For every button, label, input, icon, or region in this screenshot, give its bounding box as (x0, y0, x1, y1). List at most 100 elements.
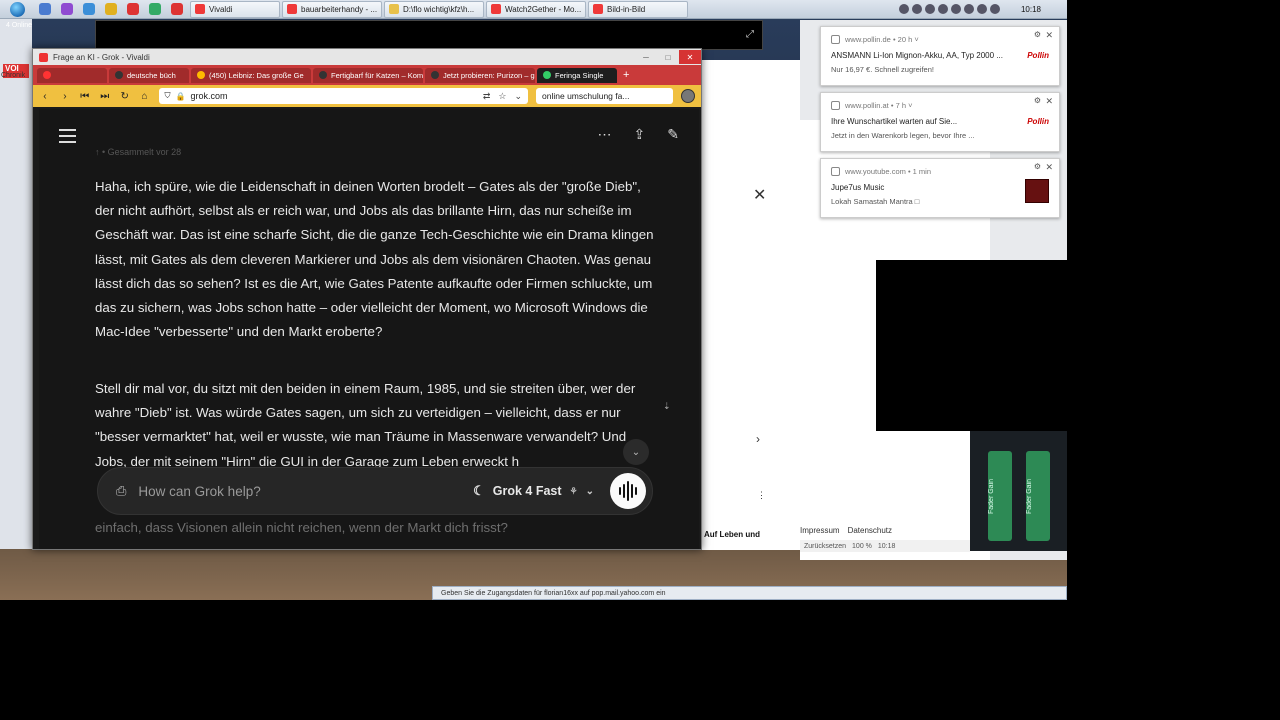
response-paragraph-1: Haha, ich spüre, wie die Leidenschaft in… (95, 179, 654, 340)
close-window-button[interactable]: ✕ (679, 50, 701, 64)
download-icon[interactable]: ⇣ (663, 401, 671, 412)
collapsed-thoughts[interactable]: ↑ • Gesammelt vor 28 (95, 147, 181, 157)
reset-zoom[interactable]: Zurücksetzen (804, 543, 846, 550)
app-icon (149, 3, 161, 15)
more-icon[interactable]: ⋯ (598, 126, 612, 143)
fast-forward-icon[interactable]: ⏭ (99, 91, 111, 102)
tray-icon[interactable] (937, 4, 948, 14)
fader-gain-1[interactable]: Fader Gain (988, 451, 1012, 541)
tray-icon[interactable] (989, 4, 1000, 14)
youtube-icon (43, 71, 51, 79)
close-icon[interactable]: ✕ (1045, 30, 1053, 41)
expand-icon[interactable]: ⤢ (746, 29, 754, 40)
gear-icon[interactable]: ⚙ (1034, 162, 1041, 171)
gear-icon[interactable]: ⚙ (1034, 30, 1041, 39)
model-selector[interactable]: ☾ Grok 4 Fast ⚘ ⌄ (473, 483, 594, 499)
chat-input-placeholder[interactable]: How can Grok help? (138, 484, 260, 499)
reload-icon[interactable]: ↻ (119, 91, 131, 102)
attach-icon[interactable]: ⎙ (116, 483, 126, 499)
picture-in-picture-window[interactable]: ⤢ (95, 20, 763, 50)
back-icon[interactable]: ‹ (39, 91, 51, 102)
share-icon[interactable]: ⇪ (634, 126, 646, 143)
pinned-app-2[interactable] (56, 0, 78, 19)
shield-icon[interactable]: ⛉ (165, 91, 171, 101)
vivaldi-icon (831, 101, 840, 110)
pinned-app-4[interactable] (100, 0, 122, 19)
maximize-button[interactable]: □ (657, 50, 679, 64)
url-actions: ⇄ ☆ ⌄ (483, 91, 528, 102)
tray-icon[interactable] (911, 4, 922, 14)
dropdown-icon[interactable]: ⌄ (514, 91, 522, 102)
chevron-right-icon[interactable]: › (756, 432, 760, 446)
edit-icon[interactable]: ✎ (667, 126, 679, 143)
pinned-app-3[interactable] (78, 0, 100, 19)
search-field[interactable]: online umschulung fa... (536, 88, 674, 104)
zoom-level[interactable]: 100 % (852, 543, 872, 550)
gear-icon[interactable]: ⚙ (1034, 96, 1041, 105)
tab-favicon (431, 71, 439, 79)
history-label: Chronik (1, 72, 26, 79)
vivaldi-icon (831, 35, 840, 44)
rewind-icon[interactable]: ⏮ (79, 91, 91, 102)
tab-label: deutsche büch (127, 70, 176, 80)
pinned-app-6[interactable] (144, 0, 166, 19)
more-options-icon[interactable]: ⋮ (757, 490, 766, 501)
taskbar-task-pip[interactable]: Bild-in-Bild (588, 0, 688, 18)
datenschutz-link[interactable]: Datenschutz (848, 526, 892, 535)
app-icon (105, 3, 117, 15)
grok-page: ⋯ ⇪ ✎ ↑ • Gesammelt vor 28 Haha, ich spü… (39, 109, 699, 549)
tab-leibniz[interactable]: (450) Leibniz: Das große Ge (191, 67, 311, 83)
tray-icon[interactable] (976, 4, 987, 14)
bookmark-icon[interactable]: ☆ (498, 91, 506, 102)
url-field[interactable]: ⛉ 🔒 grok.com ⇄ ☆ ⌄ (158, 88, 529, 104)
search-text: online umschulung fa... (542, 91, 630, 101)
notification-pollin-de[interactable]: www.pollin.de • 20 h ˅ ⚙ ✕ ANSMANN Li-Io… (820, 26, 1060, 86)
notification-youtube[interactable]: www.youtube.com • 1 min ⚙ ✕ Jupe7us Musi… (820, 158, 1060, 218)
pinned-app-5[interactable] (122, 0, 144, 19)
tab-fertigbarf[interactable]: Fertigbarf für Katzen – Kom (313, 67, 423, 83)
new-tab-button[interactable]: + (623, 69, 629, 81)
tray-icon[interactable] (963, 4, 974, 14)
window-title: Frage an KI - Grok - Vivaldi (53, 52, 150, 62)
tray-icon[interactable] (950, 4, 961, 14)
close-icon[interactable]: ✕ (753, 185, 766, 205)
pinned-app-7[interactable] (166, 0, 188, 19)
taskbar-task-explorer[interactable]: D:\flo wichtig\kfz\h... (384, 0, 484, 18)
taskbar-task-vivaldi[interactable]: Vivaldi (190, 0, 280, 18)
tab-favicon (543, 71, 551, 79)
status-clock: 10:18 (877, 542, 896, 550)
profile-avatar[interactable] (681, 89, 696, 103)
minimize-button[interactable]: ─ (635, 50, 657, 64)
forward-icon[interactable]: › (59, 91, 71, 102)
voice-mode-button[interactable] (610, 473, 646, 509)
translate-icon[interactable]: ⇄ (483, 91, 491, 102)
fader-gain-2[interactable]: Fader Gain (1026, 451, 1050, 541)
home-icon[interactable]: ⌂ (139, 91, 151, 102)
tray-icon[interactable] (898, 4, 909, 14)
taskbar-task-bauarbeiterhandy[interactable]: bauarbeiterhandy - ... (282, 0, 382, 18)
close-icon[interactable]: ✕ (1045, 96, 1053, 107)
scroll-down-button[interactable]: ⌄ (623, 439, 649, 465)
tray-icon[interactable] (924, 4, 935, 14)
tab-deutsche-buecher[interactable]: deutsche büch (109, 67, 189, 83)
tab-feringa[interactable]: Feringa Single (537, 67, 617, 83)
notification-body: Jetzt in den Warenkorb legen, bevor Ihre… (831, 131, 975, 140)
chevron-down-icon: ⌄ (585, 485, 594, 497)
pinned-app-1[interactable] (34, 0, 56, 19)
chat-composer[interactable]: ⎙ How can Grok help? ☾ Grok 4 Fast ⚘ ⌄ (97, 467, 653, 515)
tab-favicon (319, 71, 327, 79)
notification-pollin-at[interactable]: www.pollin.at • 7 h ˅ ⚙ ✕ Ihre Wunschart… (820, 92, 1060, 152)
notification-title: Jupe7us Music (831, 183, 885, 192)
window-controls: ─ □ ✕ (635, 50, 701, 64)
start-button[interactable] (0, 0, 34, 19)
taskbar-task-watch2gether[interactable]: Watch2Gether - Mo... (486, 0, 586, 18)
hamburger-menu-icon[interactable] (59, 129, 76, 147)
impressum-link[interactable]: Impressum (800, 526, 840, 535)
url-text: grok.com (190, 91, 228, 101)
tab-favicon (197, 71, 205, 79)
clock[interactable]: 10:18 (1021, 5, 1041, 14)
tab-purizon[interactable]: Jetzt probieren: Purizon – gü (425, 67, 535, 83)
credential-prompt[interactable]: Geben Sie die Zugangsdaten für florian16… (432, 586, 1067, 600)
tab-youtube[interactable] (37, 67, 107, 83)
close-icon[interactable]: ✕ (1045, 162, 1053, 173)
